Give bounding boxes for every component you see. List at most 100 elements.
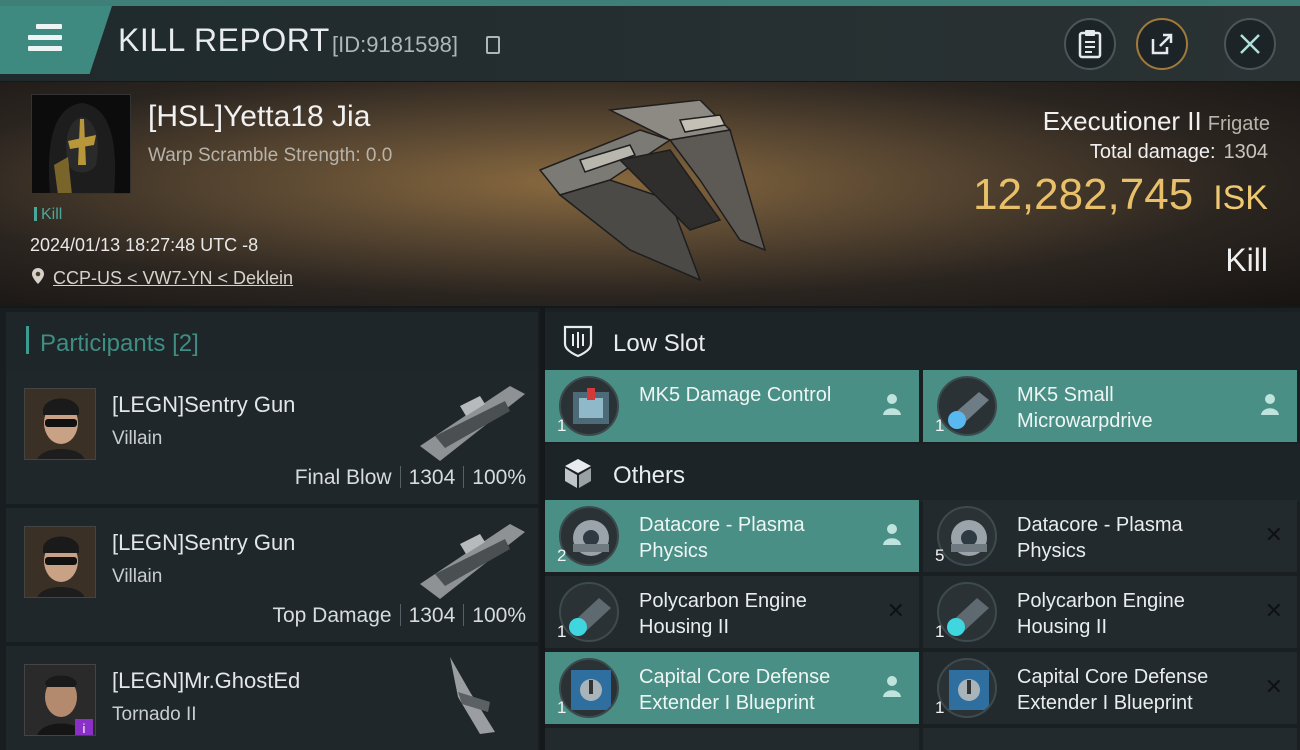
hooded-avatar-icon	[32, 95, 130, 193]
participant-damage: 1304	[408, 604, 456, 627]
victim-portrait[interactable]	[31, 94, 131, 194]
destroyed-x-icon: ✕	[886, 598, 905, 623]
participant-ship-image	[420, 524, 525, 599]
clipboard-icon	[1078, 30, 1102, 59]
item-slot[interactable]: 1 Polycarbon Engine Housing II ✕	[545, 576, 919, 648]
participant-avatar	[24, 526, 96, 598]
section-label: Low Slot	[613, 330, 706, 357]
victim-ship-name: Executioner II Frigate	[1042, 106, 1270, 136]
item-slot[interactable]: 1 Capital Core Defense Extender I Bluepr…	[545, 652, 919, 724]
dropped-person-icon	[883, 676, 901, 697]
dropped-person-icon	[883, 394, 901, 415]
item-quantity: 1	[935, 622, 945, 641]
item-name: Capital Core Defense Extender I Blueprin…	[639, 666, 831, 714]
item-name: Capital Core Defense Extender I Blueprin…	[1017, 666, 1209, 714]
dropped-person-icon	[883, 524, 901, 545]
item-name: Polycarbon Engine Housing II	[1017, 590, 1185, 638]
copy-icon[interactable]	[486, 36, 500, 54]
location-pin-icon	[32, 268, 44, 284]
warp-scramble-strength: Warp Scramble Strength: 0.0	[148, 145, 393, 166]
item-name: Datacore - Plasma Physics	[639, 514, 805, 562]
participant-row[interactable]: [LEGN]Sentry Gun Villain Top Damage 1304 1…	[6, 508, 538, 642]
participant-avatar	[24, 388, 96, 460]
item-quantity: 1	[557, 698, 567, 717]
item-slot[interactable]: 1 MK5 Small Microwarpdrive	[923, 370, 1297, 442]
kill-result: Kill	[1225, 242, 1268, 278]
section-low-slot: Low Slot	[545, 312, 1300, 370]
participant-percent: 100%	[472, 466, 526, 489]
participant-role: Final Blow	[294, 466, 392, 489]
item-name: Datacore - Plasma Physics	[1017, 514, 1183, 562]
participant-role: Top Damage	[272, 604, 392, 627]
item-slot[interactable]: 1 Capital Core Defense Extender I Bluepr…	[923, 652, 1297, 724]
victim-ship-image	[538, 100, 767, 282]
datacore-icon	[559, 506, 619, 566]
dropped-person-icon	[1261, 394, 1279, 415]
item-slot[interactable]: 1 MK5 Damage Control	[545, 370, 919, 442]
total-damage: Total damage: 1304	[1089, 141, 1268, 163]
page-title: KILL REPORT	[118, 22, 330, 58]
hamburger-icon	[28, 24, 62, 52]
participant-ship-image	[420, 386, 525, 461]
datacore-icon	[937, 506, 997, 566]
engine-housing-icon	[559, 582, 619, 642]
item-slot[interactable]: 1 Polycarbon Engine Housing II ✕	[923, 576, 1297, 648]
item-quantity: 1	[935, 416, 945, 435]
low-slot-icon	[563, 325, 593, 358]
participants-title: Participants [2]	[40, 330, 199, 357]
section-label: Others	[613, 462, 686, 489]
participants-count: [2]	[172, 330, 199, 357]
victim-name: [HSL]Yetta18 Jia	[148, 100, 371, 133]
item-name: MK5 Damage Control	[639, 384, 832, 406]
clipboard-button[interactable]	[1064, 18, 1116, 70]
participant-row[interactable]: i [LEGN]Mr.GhostEd Tornado II	[6, 646, 538, 750]
participants-header[interactable]: Participants [2]	[6, 312, 538, 370]
close-icon	[1240, 34, 1260, 54]
item-slot[interactable]: 2 Datacore - Plasma Physics	[545, 500, 919, 572]
item-quantity: 5	[935, 546, 945, 565]
export-icon	[1151, 33, 1173, 55]
export-button[interactable]	[1136, 18, 1188, 70]
item-quantity: 1	[557, 622, 567, 641]
kill-location-link[interactable]: CCP-US < VW7-YN < Deklein	[53, 268, 293, 289]
ship-class: Frigate	[1207, 113, 1270, 135]
item-slot-partial[interactable]	[923, 728, 1297, 750]
participant-ship-image	[450, 657, 495, 734]
cube-icon	[565, 459, 591, 488]
isk-value: 12,282,745 ISK	[972, 170, 1268, 219]
participant-avatar: i	[24, 664, 96, 736]
participant-name: [LEGN]Sentry Gun	[112, 530, 296, 555]
participant-stats: Final Blow 1304 100%	[295, 466, 526, 490]
participants-panel: Participants [2] [LEGN]Sentry Gun Villai…	[0, 308, 540, 750]
microwarpdrive-icon	[937, 376, 997, 436]
participant-ship: Villain	[112, 428, 163, 449]
kill-report-screen: KILL REPORT [ID:9181598] [HSL]Yetta18 Ji…	[0, 0, 1300, 750]
item-slot-partial[interactable]	[545, 728, 919, 750]
blueprint-icon	[937, 658, 997, 718]
participant-stats: Top Damage 1304 100%	[272, 604, 526, 628]
items-panel: Low Slot 1 MK5 Damage Control 1 MK5 Smal…	[545, 308, 1300, 750]
engine-housing-icon	[937, 582, 997, 642]
participant-name: [LEGN]Sentry Gun	[112, 392, 296, 417]
kill-datetime: 2024/01/13 18:27:48 UTC -8	[30, 235, 259, 255]
blueprint-icon	[559, 658, 619, 718]
participant-row[interactable]: [LEGN]Sentry Gun Villain Final Blow 1304 1…	[6, 370, 538, 504]
item-name: MK5 Small Microwarpdrive	[1017, 384, 1153, 432]
destroyed-x-icon: ✕	[1264, 522, 1283, 547]
item-slot[interactable]: 5 Datacore - Plasma Physics ✕	[923, 500, 1297, 572]
participant-damage: 1304	[408, 466, 456, 489]
kill-tag: Kill	[34, 206, 62, 224]
svg-text:i: i	[83, 721, 86, 736]
section-others: Others	[545, 444, 1300, 502]
close-button[interactable]	[1224, 18, 1276, 70]
participant-ship: Villain	[112, 566, 163, 587]
participant-name: [LEGN]Mr.GhostEd	[112, 668, 301, 693]
destroyed-x-icon: ✕	[1264, 598, 1283, 623]
item-quantity: 2	[557, 546, 567, 565]
damage-control-icon	[559, 376, 619, 436]
item-quantity: 1	[557, 416, 567, 435]
destroyed-x-icon: ✕	[1264, 674, 1283, 699]
isk-unit: ISK	[1213, 179, 1268, 217]
participant-ship: Tornado II	[112, 704, 197, 725]
participant-percent: 100%	[472, 604, 526, 627]
